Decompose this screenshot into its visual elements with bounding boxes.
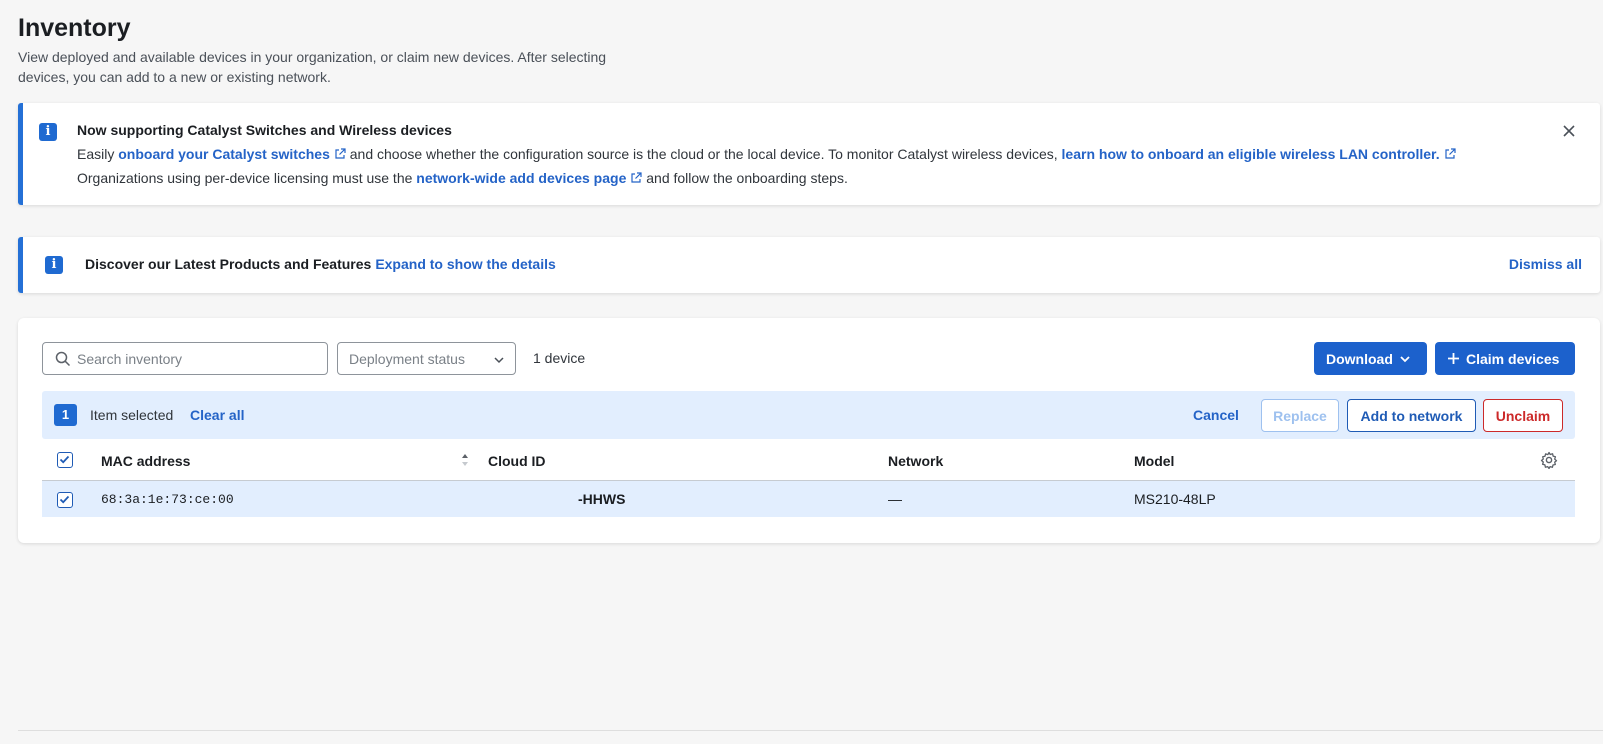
search-input[interactable]: [77, 343, 323, 374]
inventory-card: Deployment status 1 device Download Clai…: [18, 318, 1600, 543]
sort-icon[interactable]: [460, 452, 470, 468]
close-icon[interactable]: [1560, 122, 1578, 140]
info-icon: i: [45, 256, 63, 274]
page-description: View deployed and available devices in y…: [18, 49, 607, 85]
dismiss-all-link[interactable]: Dismiss all: [1509, 256, 1582, 272]
products-banner: i Discover our Latest Products and Featu…: [18, 237, 1600, 293]
row-checkbox[interactable]: [57, 492, 73, 508]
search-box[interactable]: [42, 342, 328, 375]
gear-icon[interactable]: [1540, 451, 1558, 469]
cell-model: MS210-48LP: [1134, 491, 1216, 507]
info-icon: i: [39, 123, 57, 141]
banner-line-1: Easily onboard your Catalyst switches an…: [77, 146, 1456, 162]
cancel-link[interactable]: Cancel: [1193, 407, 1239, 423]
products-banner-title-row: Discover our Latest Products and Feature…: [85, 256, 556, 272]
banner-text: Organizations using per-device licensing…: [77, 170, 413, 186]
claim-devices-button[interactable]: Claim devices: [1435, 342, 1575, 375]
clear-all-link[interactable]: Clear all: [190, 407, 244, 423]
checkmark-icon: [59, 455, 70, 464]
add-to-network-button[interactable]: Add to network: [1347, 399, 1476, 432]
page-title: Inventory: [18, 14, 131, 42]
device-count: 1 device: [533, 350, 586, 366]
footer-divider: [18, 730, 1603, 731]
selected-count-badge: 1: [54, 404, 77, 426]
replace-button[interactable]: Replace: [1261, 399, 1339, 432]
external-link-icon: [631, 172, 642, 183]
plus-icon: [1448, 353, 1459, 364]
download-button[interactable]: Download: [1314, 342, 1427, 375]
column-cloud-id[interactable]: Cloud ID: [488, 453, 546, 469]
column-model[interactable]: Model: [1134, 453, 1174, 469]
selection-bar: 1 Item selected Clear all Cancel Replace…: [42, 391, 1575, 439]
claim-label: Claim devices: [1466, 350, 1560, 367]
column-mac-address[interactable]: MAC address: [101, 453, 190, 469]
banner-line-2: Organizations using per-device licensing…: [77, 170, 848, 186]
selected-text: Item selected: [90, 407, 174, 423]
external-link-icon: [1445, 148, 1456, 159]
banner-text: and choose whether the configuration sou…: [349, 146, 1058, 162]
deployment-status-select[interactable]: Deployment status: [337, 342, 516, 375]
catalyst-info-banner: i Now supporting Catalyst Switches and W…: [18, 103, 1600, 205]
cell-network: —: [888, 491, 902, 507]
banner-text: and follow the onboarding steps.: [646, 170, 848, 186]
expand-details-link[interactable]: Expand to show the details: [375, 256, 555, 272]
onboard-wlc-link[interactable]: learn how to onboard an eligible wireles…: [1062, 146, 1456, 162]
select-all-checkbox[interactable]: [57, 452, 73, 468]
chevron-down-icon: [1400, 355, 1410, 362]
external-link-icon: [335, 148, 346, 159]
banner-text: Easily: [77, 146, 115, 162]
search-icon: [55, 351, 71, 367]
column-network[interactable]: Network: [888, 453, 943, 469]
onboard-switches-link[interactable]: onboard your Catalyst switches: [118, 146, 346, 162]
table-row[interactable]: 68:3a:1e:73:ce:00 -HHWS — MS210-48LP: [42, 481, 1575, 517]
unclaim-button[interactable]: Unclaim: [1483, 399, 1563, 432]
cell-cloud-id[interactable]: -HHWS: [578, 491, 625, 507]
deployment-status-value: Deployment status: [349, 351, 465, 367]
cell-mac: 68:3a:1e:73:ce:00: [101, 492, 234, 507]
table-header: MAC address Cloud ID Network Model: [42, 439, 1575, 481]
chevron-down-icon: [494, 357, 504, 364]
network-add-devices-link[interactable]: network-wide add devices page: [416, 170, 642, 186]
checkmark-icon: [59, 495, 70, 504]
banner-title: Now supporting Catalyst Switches and Wir…: [77, 122, 452, 138]
products-banner-title: Discover our Latest Products and Feature…: [85, 256, 372, 272]
download-label: Download: [1326, 350, 1393, 367]
